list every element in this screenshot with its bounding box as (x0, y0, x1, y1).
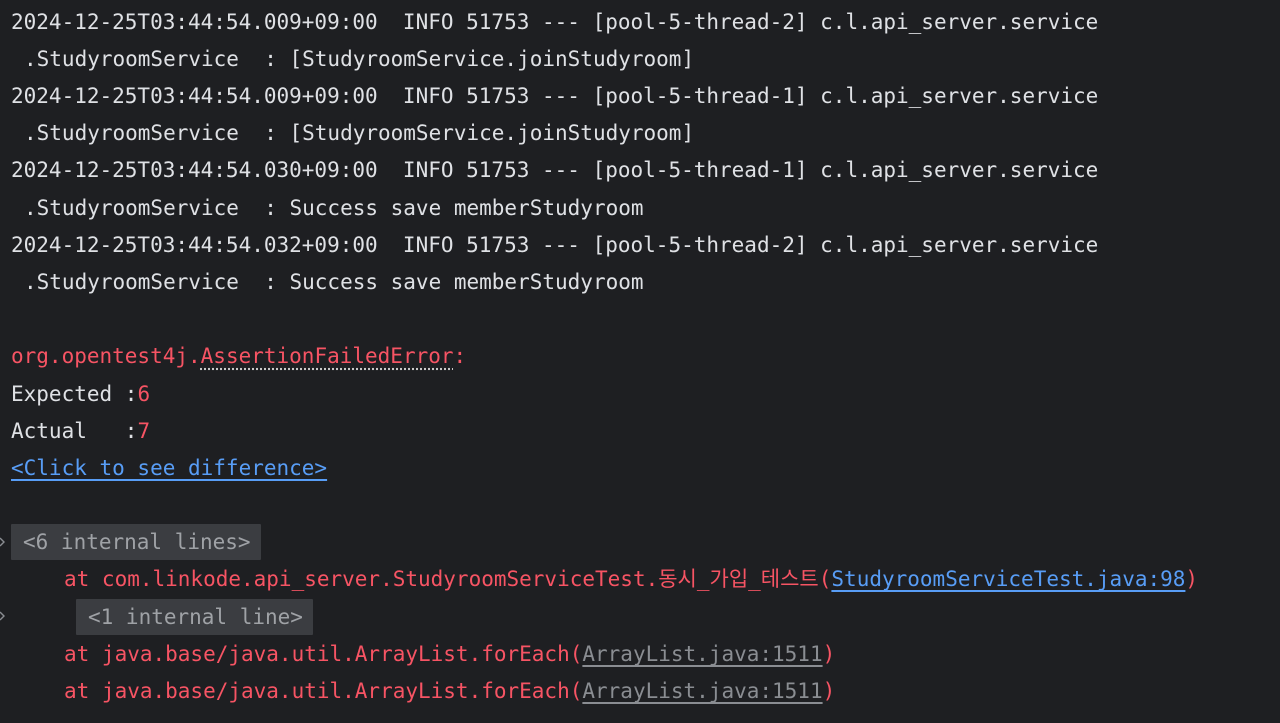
stack-frame: at java.base/java.util.ArrayList.forEach… (64, 673, 835, 710)
actual-label: Actual : (11, 419, 138, 443)
log-line-continuation: .StudyroomService : [StudyroomService.jo… (24, 47, 695, 71)
stack-frame: at com.linkode.api_server.StudyroomServi… (64, 561, 1198, 598)
expected-value: 6 (137, 382, 151, 406)
log-line: 2024-12-25T03:44:54.032+09:00 INFO 51753… (11, 233, 1099, 257)
error-colon: : (453, 344, 467, 368)
folded-internal-lines[interactable]: <6 internal lines> (11, 524, 261, 560)
stack-frame-text: at java.base/java.util.ArrayList.forEach… (64, 679, 583, 703)
error-package: org.opentest4j. (11, 344, 201, 368)
see-difference-link[interactable]: <Click to see difference> (11, 456, 327, 480)
diff-row: <Click to see difference> (11, 450, 327, 487)
library-source-link[interactable]: ArrayList.java:1511 (582, 679, 822, 703)
stack-frame-close: ) (1185, 567, 1199, 591)
stack-frame-text: at java.base/java.util.ArrayList.forEach… (64, 642, 583, 666)
expected-label: Expected : (11, 382, 138, 406)
log-line: 2024-12-25T03:44:54.009+09:00 INFO 51753… (11, 84, 1099, 108)
stack-frame-close: ) (822, 642, 836, 666)
run-console: 2024-12-25T03:44:54.009+09:00 INFO 51753… (0, 0, 1280, 723)
library-source-link[interactable]: ArrayList.java:1511 (582, 642, 822, 666)
source-link[interactable]: StudyroomServiceTest.java:98 (831, 567, 1185, 591)
log-line: 2024-12-25T03:44:54.030+09:00 INFO 51753… (11, 158, 1099, 182)
log-line-continuation: .StudyroomService : [StudyroomService.jo… (24, 121, 695, 145)
actual-row: Actual :7 (11, 413, 150, 450)
error-class-name[interactable]: AssertionFailedError (201, 344, 454, 368)
folded-internal-line[interactable]: <1 internal line> (76, 599, 313, 635)
stack-frame: at java.base/java.util.ArrayList.forEach… (64, 636, 835, 673)
expected-row: Expected :6 (11, 376, 150, 413)
chevron-right-icon[interactable] (0, 537, 8, 547)
stack-frame-text: at com.linkode.api_server.StudyroomServi… (64, 567, 832, 591)
log-line-continuation: .StudyroomService : Success save memberS… (24, 270, 644, 294)
stack-frame-close: ) (822, 679, 836, 703)
log-line: 2024-12-25T03:44:54.009+09:00 INFO 51753… (11, 10, 1099, 34)
log-line-continuation: .StudyroomService : Success save memberS… (24, 196, 644, 220)
actual-value: 7 (137, 419, 151, 443)
chevron-right-icon[interactable] (0, 611, 8, 621)
error-header: org.opentest4j.AssertionFailedError: (11, 338, 466, 375)
